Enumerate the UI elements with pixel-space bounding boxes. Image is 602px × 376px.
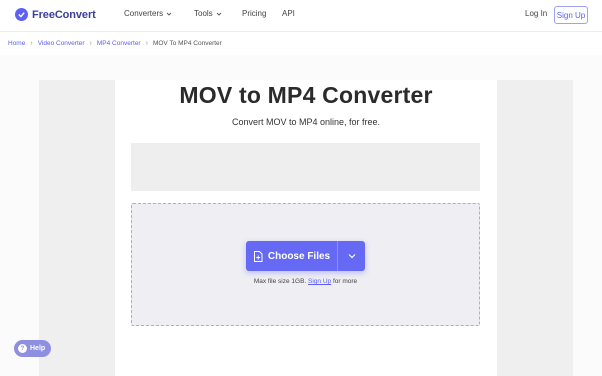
nav-api-label: API — [282, 9, 295, 18]
chevron-down-icon — [216, 12, 222, 16]
chevron-right-icon: › — [30, 40, 33, 47]
breadcrumb-current: MOV To MP4 Converter — [152, 40, 222, 47]
signup-button[interactable]: Sign Up — [554, 6, 588, 24]
help-label: Help — [30, 345, 46, 352]
ad-banner-space — [131, 143, 480, 191]
upload-source-dropdown[interactable] — [338, 241, 365, 271]
max-file-size-note: Max file size 1GB. Sign Up for more — [131, 278, 480, 285]
chevron-down-icon — [166, 12, 172, 16]
help-button[interactable]: ? Help — [14, 340, 51, 357]
nav-api[interactable]: API — [282, 9, 295, 18]
page-title: MOV to MP4 Converter — [179, 82, 433, 108]
file-add-icon — [253, 250, 263, 262]
logo-text: FreeConvert — [32, 8, 96, 21]
chevron-down-icon — [348, 254, 355, 259]
top-header: FreeConvert Converters Tools Pricing API… — [0, 0, 602, 31]
page-subtitle: Convert MOV to MP4 online, for free. — [231, 117, 381, 127]
breadcrumb-video-converter[interactable]: Video Converter — [38, 40, 85, 47]
left-ad-space — [39, 80, 115, 376]
question-icon: ? — [18, 344, 27, 353]
choose-files-label: Choose Files — [267, 250, 331, 262]
signup-label: Sign Up — [556, 10, 586, 20]
choose-files-button-group: Choose Files — [246, 241, 365, 271]
chevron-right-icon: › — [89, 40, 92, 47]
logo[interactable]: FreeConvert — [15, 8, 96, 21]
max-size-suffix: for more — [332, 278, 358, 285]
chevron-right-icon: › — [145, 40, 148, 47]
logo-icon — [15, 8, 28, 21]
breadcrumb-mp4-converter[interactable]: MP4 Converter — [97, 40, 141, 47]
login-link[interactable]: Log In — [525, 9, 547, 18]
nav-converters[interactable]: Converters — [124, 9, 172, 18]
choose-files-button[interactable]: Choose Files — [246, 241, 337, 271]
nav-tools-label: Tools — [194, 9, 213, 18]
nav-converters-label: Converters — [124, 9, 164, 18]
breadcrumb: Home › Video Converter › MP4 Converter ›… — [0, 31, 602, 55]
nav-pricing[interactable]: Pricing — [242, 9, 266, 18]
max-size-text: Max file size 1GB. — [253, 278, 307, 285]
signup-inline-link[interactable]: Sign Up — [308, 278, 331, 285]
breadcrumb-home[interactable]: Home — [8, 40, 25, 47]
nav-pricing-label: Pricing — [242, 9, 267, 18]
nav-tools[interactable]: Tools — [194, 9, 222, 18]
right-ad-space — [497, 80, 573, 376]
